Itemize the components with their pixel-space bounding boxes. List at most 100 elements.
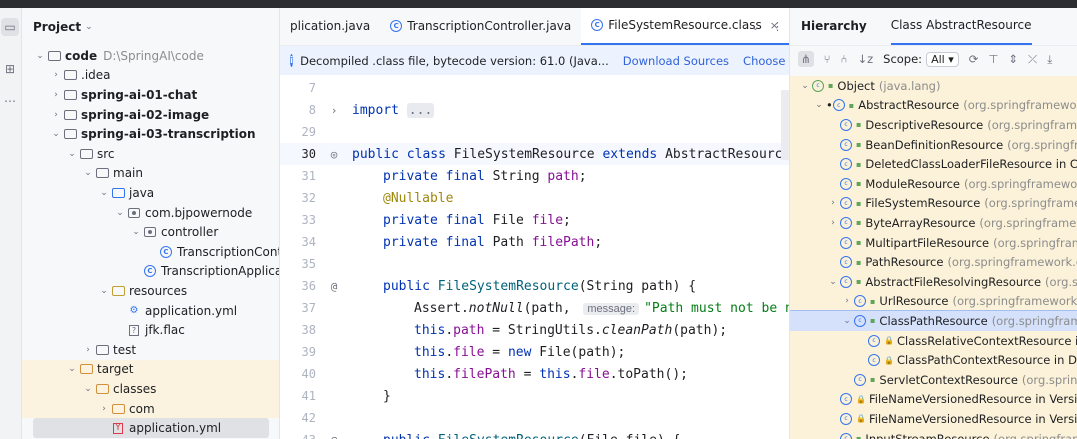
hierarchy-row[interactable]: c 🔒 FileNameVersionedResource in VersionR [790, 389, 1077, 410]
collapse-icon[interactable]: ⤫ [1028, 52, 1037, 67]
hierarchy-row[interactable]: ⌄•c▪AbstractResource(org.springframework… [790, 95, 1077, 116]
chevron-right-icon[interactable]: › [49, 70, 63, 80]
chevron-right-icon[interactable]: › [826, 198, 840, 208]
tree-node[interactable]: ⌄ target [22, 359, 279, 380]
code-line[interactable]: 30 ◎ public class FileSystemResource exten… [280, 143, 789, 165]
pin-icon[interactable]: ⤓ [1047, 52, 1052, 67]
editor-menu-icon[interactable]: ⋮ [772, 20, 783, 33]
code-line[interactable]: 8 › import ... [280, 99, 789, 121]
chevron-down-icon[interactable]: ⌄ [812, 100, 826, 110]
code-line[interactable]: 34 private final Path filePath; [280, 231, 789, 253]
choose-sources-link[interactable]: Choose Sources... [743, 54, 789, 68]
chevron-down-icon[interactable]: ⌄ [85, 22, 93, 32]
project-tool-icon[interactable]: ▭ [1, 18, 19, 36]
code-line[interactable]: 36 @ public FileSystemResource(String path… [280, 275, 789, 297]
chevron-right-icon[interactable]: › [81, 345, 95, 355]
code-line[interactable]: 43@public FileSystemResource(File file) … [280, 429, 789, 439]
fold-gutter-icon[interactable]: › [316, 104, 352, 117]
code-line[interactable]: 7 [280, 77, 789, 99]
expand-icon[interactable]: ⇕ [1008, 52, 1018, 66]
tree-node[interactable]: › spring-ai-02-image [22, 105, 279, 125]
code-line[interactable]: 33 private final File file; [280, 209, 789, 231]
hierarchy-row[interactable]: ›c ▪UrlResource(org.springframework.co [790, 291, 1077, 312]
hierarchy-row[interactable]: c ▪BeanDefinitionResource(org.springframe [790, 134, 1077, 155]
tree-node[interactable]: ⌄ resources [22, 281, 279, 301]
chevron-down-icon[interactable]: ⌄ [97, 286, 111, 296]
chevron-right-icon[interactable]: › [826, 218, 840, 228]
code-line[interactable]: 35 [280, 253, 789, 275]
tree-node[interactable]: ⌄ classes [22, 379, 279, 399]
hierarchy-row[interactable]: ›c ▪ByteArrayResource(org.springframewor [790, 213, 1077, 233]
chevron-down-icon[interactable]: ⌄ [129, 227, 143, 237]
code-line[interactable]: 29 [280, 121, 789, 143]
subtypes-icon[interactable]: ⑃ [841, 52, 848, 66]
hierarchy-row[interactable]: c ▪InputStreamResource(org.springframe [790, 428, 1077, 439]
tree-node[interactable]: C TranscriptionControll [22, 242, 279, 262]
code-area[interactable]: 7 8 › import ... 29 30 ◎ public class FileSyste… [280, 75, 789, 439]
tree-node[interactable]: ? jfk.flac [22, 320, 279, 340]
tree-node[interactable]: ⌄ java [22, 183, 279, 203]
refresh-icon[interactable]: ⟳ [969, 52, 979, 66]
chevron-down-icon[interactable]: ⌄ [826, 277, 840, 287]
tree-node[interactable]: › .idea [22, 66, 279, 86]
chevron-down-icon[interactable]: ⌄ [81, 168, 95, 178]
tree-node[interactable]: ⌄ code D:\SpringAI\code [22, 46, 279, 66]
override-gutter-icon[interactable]: @ [316, 280, 352, 293]
chevron-down-icon[interactable]: ⌄ [840, 316, 854, 326]
sort-icon[interactable]: ↓z [857, 52, 873, 66]
more-tools-icon[interactable]: ⋯ [1, 92, 19, 110]
code-line[interactable]: 37 Assert.notNull(path, message: "Path mus… [280, 297, 789, 319]
autoscroll-icon[interactable]: ⊤ [988, 52, 998, 66]
code-line[interactable]: 39 this.file = new File(path); [280, 341, 789, 363]
chevron-down-icon[interactable]: ⌄ [49, 129, 63, 139]
tree-node[interactable]: › spring-ai-01-chat [22, 85, 279, 105]
tree-node[interactable]: ⌄ spring-ai-03-transcription [22, 124, 279, 144]
tree-node[interactable]: ⌄ main [22, 164, 279, 184]
tree-node[interactable]: ⌄ src [22, 144, 279, 164]
tree-node[interactable]: C TranscriptionApplication [22, 262, 279, 282]
hierarchy-row[interactable]: ⌄c ▪AbstractFileResolvingResource(org.spr… [790, 272, 1077, 292]
chevron-right-icon[interactable]: › [49, 90, 63, 100]
chevron-down-icon[interactable]: ⌄ [33, 51, 47, 61]
tree-node[interactable]: › com [22, 398, 279, 419]
chevron-down-icon[interactable]: ⌄ [113, 208, 127, 218]
hierarchy-gutter-icon[interactable]: ◎ [316, 148, 352, 161]
download-sources-link[interactable]: Download Sources [623, 54, 729, 68]
editor-scrollbar[interactable] [781, 90, 789, 160]
code-line[interactable]: 38 this.path = StringUtils.cleanPath(path… [280, 319, 789, 341]
chevron-down-icon[interactable]: ⌄ [81, 384, 95, 394]
editor-tab[interactable]: C TranscriptionController.java [380, 8, 581, 45]
code-line[interactable]: 31 private final String path; [280, 165, 789, 187]
code-line[interactable]: 32 @Nullable [280, 187, 789, 209]
hierarchy-row[interactable]: c ▪ServletContextResource(org.springfra [790, 370, 1077, 390]
hierarchy-row[interactable]: ⌄c ▪ClassPathResource(org.springframew [790, 310, 1077, 332]
chevron-down-icon[interactable]: ⌄ [97, 188, 111, 198]
hierarchy-row[interactable]: ⌄ c ▪ Object (java.lang) [790, 76, 1077, 96]
tab-class-abstractresource[interactable]: Class AbstractResource [890, 8, 1032, 45]
hierarchy-row[interactable]: c ▪ DeletedClassLoaderFileResource in Clas… [790, 154, 1077, 174]
project-panel-header[interactable]: Project ⌄ [22, 8, 279, 46]
more-tabs-icon[interactable]: ⌄ [751, 20, 760, 33]
code-line[interactable]: 41} [280, 385, 789, 407]
chevron-right-icon[interactable]: › [49, 110, 63, 120]
chevron-down-icon[interactable]: ⌄ [65, 364, 79, 374]
hierarchy-row[interactable]: c 🔒 FileNameVersionedResource in VersionR [790, 409, 1077, 429]
tree-node[interactable]: ⌄ controller [22, 222, 279, 242]
hierarchy-row[interactable]: c ▪PathResource(org.springframework.core [790, 252, 1077, 272]
hierarchy-row[interactable]: c ▪DescriptiveResource(org.springframewo [790, 115, 1077, 135]
tree-node[interactable]: ⌄ com.bjpowernode [22, 203, 279, 223]
code-line[interactable]: 42 [280, 407, 789, 429]
chevron-right-icon[interactable]: › [97, 404, 111, 414]
hierarchy-row[interactable]: ›c ▪FileSystemResource(org.springframewo [790, 193, 1077, 214]
type-hierarchy-icon[interactable]: ⋔ [798, 51, 814, 67]
scope-dropdown[interactable]: All ▾ [926, 51, 959, 67]
hierarchy-row[interactable]: c 🔒 ClassPathContextResource in Defa [790, 350, 1077, 370]
hierarchy-row[interactable]: c ▪ModuleResource(org.springframework.c [790, 174, 1077, 194]
structure-tool-icon[interactable]: ⊞ [1, 60, 19, 78]
chevron-down-icon[interactable]: ⌄ [65, 149, 79, 159]
chevron-right-icon[interactable]: › [840, 296, 854, 306]
tree-node[interactable]: ⚙ application.yml [22, 301, 279, 321]
code-token[interactable]: ... [406, 102, 435, 118]
hierarchy-row[interactable]: c 🔒ClassRelativeContextResource in C [790, 330, 1077, 351]
supertypes-icon[interactable]: ⑂ [824, 52, 831, 66]
